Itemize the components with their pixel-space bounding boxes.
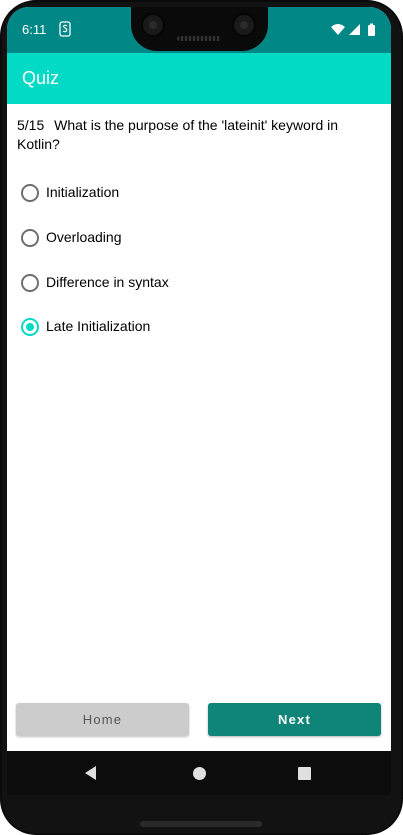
home-button[interactable]: Home xyxy=(16,703,189,736)
option-label: Initialization xyxy=(46,184,120,200)
status-bar: 6:11 xyxy=(7,7,391,53)
wifi-icon xyxy=(331,24,345,35)
device-screen: 6:11 Quiz 5/15 What is the purpose of th… xyxy=(7,7,391,795)
radio-button[interactable] xyxy=(21,274,39,292)
recents-icon[interactable] xyxy=(298,767,311,780)
status-icons xyxy=(331,23,375,36)
sim-s-icon xyxy=(59,21,71,37)
app-title: Quiz xyxy=(22,68,60,88)
camera-notch xyxy=(131,7,268,51)
option-initialization[interactable]: Initialization xyxy=(21,178,321,208)
option-label: Difference in syntax xyxy=(46,274,169,290)
option-overloading[interactable]: Overloading xyxy=(21,223,321,253)
status-time: 6:11 xyxy=(22,22,47,37)
device-speaker-grille xyxy=(140,821,262,827)
front-camera-icon xyxy=(141,13,165,37)
navigation-bar xyxy=(7,751,391,795)
app-bar: Quiz xyxy=(7,53,391,104)
option-label: Overloading xyxy=(46,229,122,245)
next-button[interactable]: Next xyxy=(208,703,381,736)
radio-button-selected[interactable] xyxy=(21,318,39,336)
battery-icon xyxy=(368,23,375,36)
radio-button[interactable] xyxy=(21,184,39,202)
radio-button[interactable] xyxy=(21,229,39,247)
question-progress: 5/15 xyxy=(17,117,45,133)
back-icon[interactable] xyxy=(85,766,96,780)
question: 5/15 What is the purpose of the 'lateini… xyxy=(17,116,377,154)
earpiece-speaker xyxy=(177,36,221,41)
front-camera-icon xyxy=(232,13,256,37)
question-text: What is the purpose of the 'lateinit' ke… xyxy=(17,117,339,152)
home-icon[interactable] xyxy=(193,767,206,780)
option-label: Late Initialization xyxy=(46,318,151,334)
option-difference-in-syntax[interactable]: Difference in syntax xyxy=(21,268,321,298)
option-late-initialization[interactable]: Late Initialization xyxy=(21,312,321,342)
signal-icon xyxy=(349,24,360,35)
